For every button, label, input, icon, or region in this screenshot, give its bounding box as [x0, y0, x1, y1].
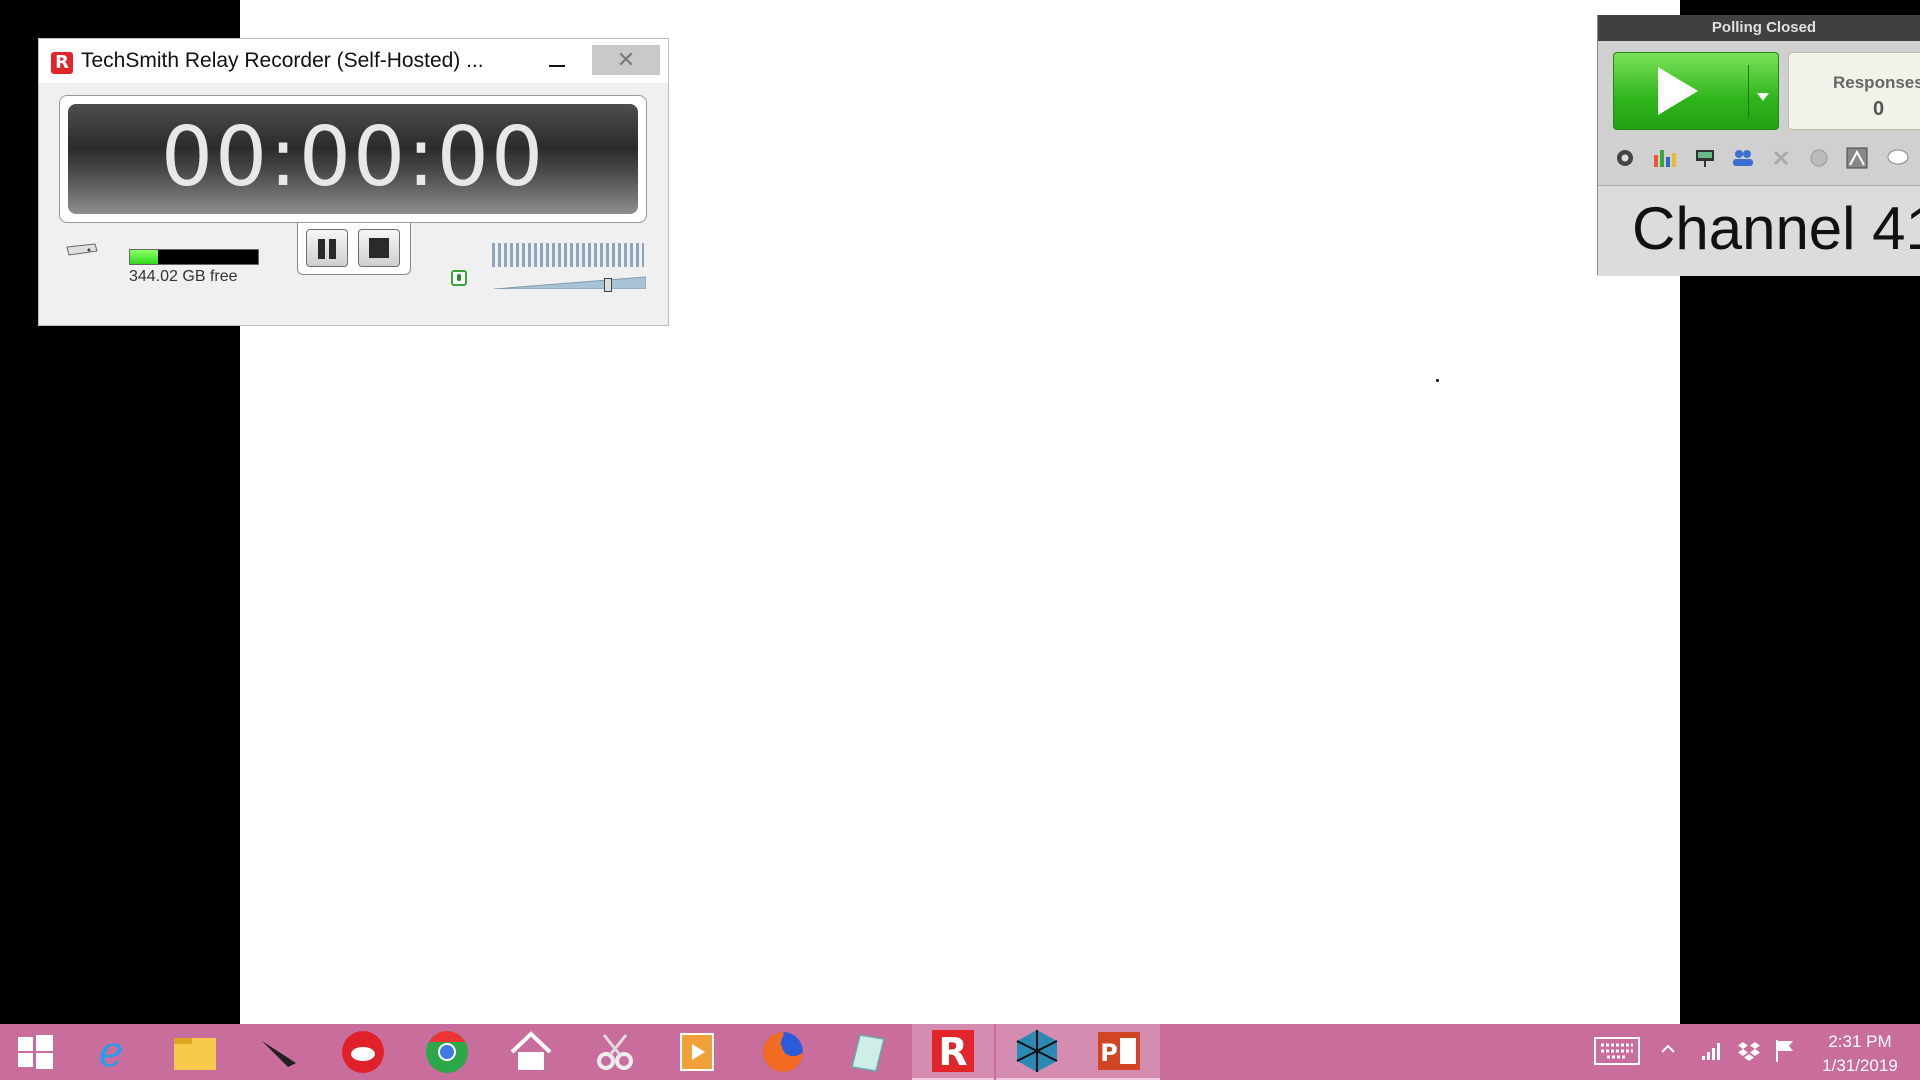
system-clock[interactable]: 2:31 PM 1/31/2019 [1808, 1030, 1912, 1078]
projector-icon[interactable] [1690, 143, 1720, 173]
start-icon[interactable] [0, 1024, 70, 1080]
network-signal-icon[interactable] [1700, 1040, 1722, 1068]
recording-controls [297, 223, 411, 275]
globe-icon[interactable] [1804, 143, 1834, 173]
start-polling-button[interactable] [1613, 52, 1779, 130]
polling-status: Polling Closed [1598, 15, 1920, 41]
taskbar: e R P 2:31 PM 1/31/2019 [0, 1024, 1920, 1080]
window-title: TechSmith Relay Recorder (Self-Hosted) .… [81, 49, 484, 72]
recorder-titlebar[interactable]: R TechSmith Relay Recorder (Self-Hosted)… [39, 39, 668, 83]
polling-widget: Polling Closed Responses 0 Channel 41 [1597, 15, 1920, 276]
dropbox-icon[interactable] [1737, 1039, 1761, 1069]
snipping-tool-icon[interactable] [574, 1024, 656, 1080]
three-d-app-icon[interactable] [996, 1024, 1078, 1080]
channel-panel: Channel 41 [1598, 185, 1920, 276]
svg-text:R: R [938, 1030, 967, 1074]
home-icon[interactable] [490, 1024, 572, 1080]
volume-slider[interactable] [494, 273, 646, 289]
channel-label: Channel 41 [1632, 195, 1920, 262]
media-player-icon[interactable] [656, 1024, 738, 1080]
button-separator [1748, 65, 1749, 117]
show-hidden-icons-icon[interactable] [1660, 1040, 1676, 1063]
audio-level-meter [492, 243, 644, 267]
clock-date: 1/31/2019 [1822, 1056, 1898, 1075]
svg-text:P: P [1100, 1039, 1118, 1067]
chrome-icon[interactable] [406, 1024, 488, 1080]
internet-explorer-icon[interactable]: e [70, 1024, 152, 1080]
cloud-app-icon[interactable] [322, 1024, 404, 1080]
notepad-icon[interactable] [826, 1024, 908, 1080]
action-center-flag-icon[interactable] [1773, 1038, 1797, 1070]
timer-frame: 00:00:00 [59, 95, 647, 223]
hard-drive-icon [66, 243, 98, 256]
dropdown-arrow-icon[interactable] [1757, 93, 1769, 101]
participants-icon[interactable] [1728, 143, 1758, 173]
stop-button[interactable] [358, 229, 400, 267]
recording-timer: 00:00:00 [160, 110, 546, 205]
responses-count: 0 [1873, 98, 1885, 120]
file-explorer-icon[interactable] [154, 1024, 236, 1080]
recorder-window: R TechSmith Relay Recorder (Self-Hosted)… [38, 38, 669, 326]
relay-app-icon: R [51, 52, 73, 74]
polling-toolbar [1610, 139, 1920, 175]
microphone-icon[interactable] [451, 270, 467, 286]
clock-time: 2:31 PM [1828, 1032, 1892, 1051]
minimize-button[interactable] [531, 45, 583, 75]
volume-slider-thumb[interactable] [604, 278, 612, 292]
disk-space-fill [130, 250, 159, 264]
speech-bubble-icon[interactable] [1882, 143, 1912, 173]
mouse-cursor-dot [1436, 379, 1439, 382]
responses-label: Responses [1833, 73, 1920, 92]
powerpoint-icon[interactable]: P [1078, 1024, 1160, 1080]
svg-text:e: e [99, 1030, 124, 1074]
disk-space-meter [129, 249, 259, 265]
relay-recorder-icon[interactable]: R [912, 1024, 994, 1080]
responses-panel: Responses 0 [1788, 52, 1920, 130]
close-button[interactable]: ✕ [592, 45, 660, 75]
gear-icon[interactable] [1610, 143, 1640, 173]
play-icon [1658, 67, 1698, 115]
chart-window-icon[interactable] [1842, 143, 1872, 173]
disk-free-label: 344.02 GB free [129, 268, 238, 285]
bar-chart-icon[interactable] [1650, 143, 1680, 173]
touch-keyboard-icon[interactable] [1593, 1036, 1641, 1072]
firefox-icon[interactable] [742, 1024, 824, 1080]
close-x-icon[interactable] [1766, 143, 1796, 173]
timer-display: 00:00:00 [68, 104, 638, 214]
pause-button[interactable] [306, 229, 348, 267]
pen-app-icon[interactable] [238, 1024, 320, 1080]
